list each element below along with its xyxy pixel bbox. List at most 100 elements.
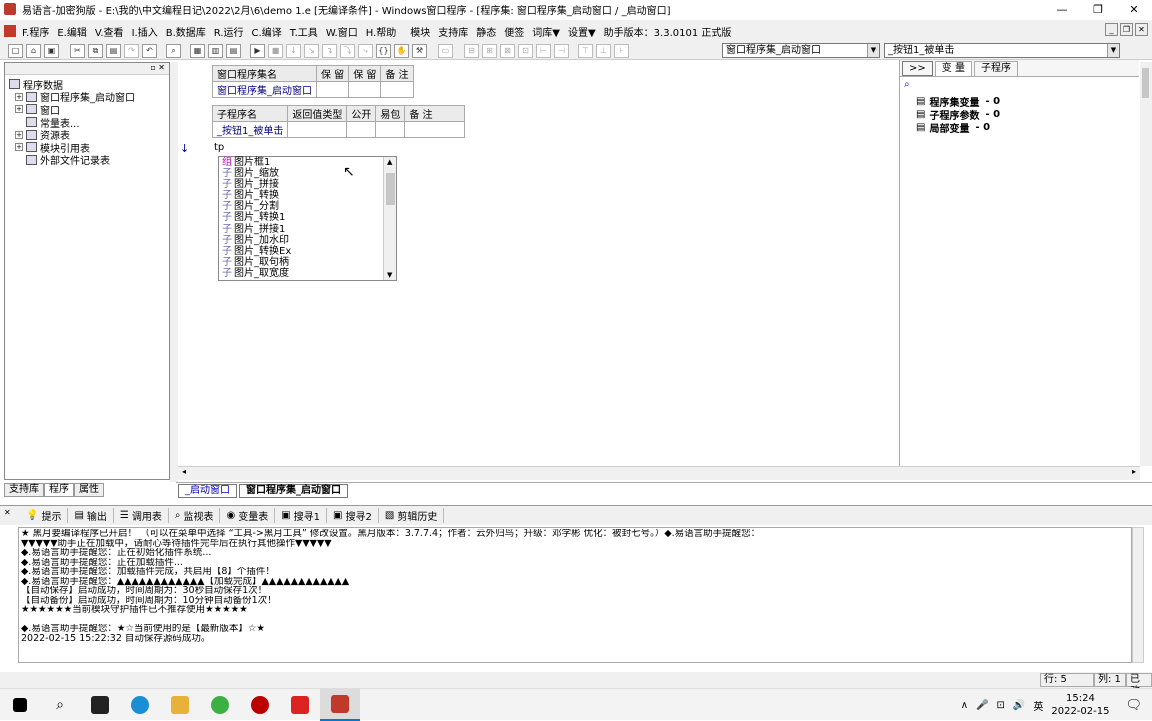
chevron-up-icon[interactable]: ▲ xyxy=(387,158,392,166)
menu-notes[interactable]: 便签 xyxy=(500,24,528,39)
popup-item[interactable]: 子图片_取句柄 xyxy=(219,257,396,268)
subroutine-combo[interactable]: _按钮1_被单击 ▼ xyxy=(884,43,1120,58)
align5-icon[interactable]: ⊡ xyxy=(518,43,533,58)
popup-item[interactable]: 子图片_转换1 xyxy=(219,212,396,223)
undo-icon[interactable]: ↶ xyxy=(142,43,157,58)
menu-window[interactable]: W.窗口 xyxy=(322,24,362,39)
close-button[interactable]: ✕ xyxy=(1116,0,1152,18)
table-cell[interactable] xyxy=(315,81,350,98)
menu-run[interactable]: R.运行 xyxy=(210,24,248,39)
search-icon[interactable]: ⌕ xyxy=(40,689,80,721)
mdi-close-button[interactable]: ✕ xyxy=(1135,23,1148,36)
stop-icon[interactable]: ■ xyxy=(268,43,283,58)
edge-icon[interactable] xyxy=(120,689,160,721)
popup-item[interactable]: 子图片_拼接 xyxy=(219,179,396,190)
tab-support-lib[interactable]: 支持库 xyxy=(4,483,44,497)
align7-icon[interactable]: ⊣ xyxy=(554,43,569,58)
microphone-icon[interactable]: 🎤 xyxy=(976,700,988,711)
hand-icon[interactable]: ✋ xyxy=(394,43,409,58)
tab-call-table[interactable]: ☰ 调用表 xyxy=(114,508,169,523)
tab-subroutines[interactable]: 子程序 xyxy=(973,60,1018,76)
tab-program[interactable]: 程序 xyxy=(44,483,74,497)
app-icon-1[interactable] xyxy=(80,689,120,721)
app-icon-2[interactable] xyxy=(200,689,240,721)
explorer-icon[interactable] xyxy=(160,689,200,721)
tab-watch[interactable]: ⌕ 监视表 xyxy=(169,508,221,523)
tab-startup-window[interactable]: _启动窗口 xyxy=(178,483,237,498)
menu-database[interactable]: B.数据库 xyxy=(162,24,210,39)
popup-item[interactable]: 子图片_取宽度 xyxy=(219,268,396,279)
tree-item[interactable]: 常量表... xyxy=(5,116,169,130)
menu-static[interactable]: 静态 xyxy=(472,24,500,39)
start-button[interactable] xyxy=(0,689,40,721)
chevron-up-icon[interactable]: ∧ xyxy=(961,700,968,711)
right-scrollbar[interactable] xyxy=(1140,62,1152,466)
eyuyan-icon[interactable] xyxy=(320,688,360,721)
breakpoint-icon[interactable]: {} xyxy=(376,43,391,58)
run-icon[interactable]: ▶ xyxy=(250,43,265,58)
popup-item[interactable]: 子图片_缩放 xyxy=(219,168,396,179)
left-scrollbar[interactable] xyxy=(170,62,178,482)
copy-icon[interactable]: ⧉ xyxy=(88,43,103,58)
menu-view[interactable]: V.查看 xyxy=(91,24,128,39)
tab-clipboard-history[interactable]: ▧ 剪辑历史 xyxy=(379,508,445,523)
output-area[interactable]: ★ 黑月要编译程序已开启！ （可以在菜单中选择 “工具->黑月工具” 修改设置。… xyxy=(18,527,1132,663)
table-cell[interactable]: 窗口程序集_启动窗口 xyxy=(212,81,317,98)
popup-item[interactable]: 组图片框1 xyxy=(219,157,396,168)
cut-icon[interactable]: ✂ xyxy=(70,43,85,58)
table-cell[interactable] xyxy=(375,121,406,138)
table-cell[interactable] xyxy=(380,81,414,98)
notification-icon[interactable]: 🗨 xyxy=(1125,698,1142,713)
find-icon[interactable]: ⌕ xyxy=(166,43,181,58)
network-icon[interactable]: ⊡ xyxy=(997,700,1005,711)
code-line[interactable]: tp xyxy=(214,142,224,153)
tree-item[interactable]: + 窗口 xyxy=(5,103,169,117)
tool-icon[interactable]: ⚒ xyxy=(412,43,427,58)
layout1-icon[interactable]: ▦ xyxy=(190,43,205,58)
open-icon[interactable]: ⌂ xyxy=(26,43,41,58)
table-cell[interactable] xyxy=(404,121,466,138)
popup-item[interactable]: 子图片_加水印 xyxy=(219,235,396,246)
step4-icon[interactable]: ⤵ xyxy=(340,43,355,58)
minimize-button[interactable]: — xyxy=(1044,0,1080,18)
menu-edit[interactable]: E.编辑 xyxy=(53,24,91,39)
tab-search2[interactable]: ▣ 搜寻2 xyxy=(327,508,379,523)
tree-item[interactable]: + 窗口程序集_启动窗口 xyxy=(5,91,169,104)
step5-icon[interactable]: ⤷ xyxy=(358,43,373,58)
output-scrollbar[interactable] xyxy=(1132,527,1144,663)
tab-output[interactable]: ▤ 输出 xyxy=(68,508,114,523)
step2-icon[interactable]: ↘ xyxy=(304,43,319,58)
popup-item[interactable]: 子图片_转换 xyxy=(219,190,396,201)
tab-variables-table[interactable]: ◉ 变量表 xyxy=(220,508,276,523)
menu-compile[interactable]: C.编译 xyxy=(248,24,286,39)
variable-group[interactable]: ▤ 局部变量 - 0 xyxy=(916,121,1139,135)
menu-settings[interactable]: 设置▼ xyxy=(564,24,600,39)
expand-icon[interactable]: + xyxy=(15,130,23,139)
scroll-right-icon[interactable]: ▸ xyxy=(1132,467,1136,476)
align10-icon[interactable]: ⊦ xyxy=(614,43,629,58)
panel-close-icon[interactable]: ▫ ✕ xyxy=(150,63,165,72)
mdi-minimize-button[interactable]: _ xyxy=(1105,23,1118,36)
menu-support-lib[interactable]: 支持库 xyxy=(434,24,472,39)
menu-insert[interactable]: I.插入 xyxy=(128,24,162,39)
table-cell[interactable] xyxy=(287,121,348,138)
popup-scrollbar[interactable]: ▲ ▼ xyxy=(383,157,396,280)
popup-item[interactable]: 子图片_拼接1 xyxy=(219,224,396,235)
align3-icon[interactable]: ⊞ xyxy=(482,43,497,58)
output-close-icon[interactable]: ✕ xyxy=(4,508,11,517)
mdi-restore-button[interactable]: ❐ xyxy=(1120,23,1133,36)
scroll-left-icon[interactable]: ◂ xyxy=(182,467,186,476)
align2-icon[interactable]: ⊟ xyxy=(464,43,479,58)
tab-properties[interactable]: 属性 xyxy=(74,483,104,497)
table-cell[interactable] xyxy=(348,81,382,98)
menu-tools[interactable]: T.工具 xyxy=(286,24,322,39)
align4-icon[interactable]: ⊠ xyxy=(500,43,515,58)
layout2-icon[interactable]: ▥ xyxy=(208,43,223,58)
expand-icon[interactable]: + xyxy=(15,105,23,114)
redo-icon[interactable]: ↷ xyxy=(124,43,139,58)
popup-item[interactable]: 子图片_转换Ex xyxy=(219,246,396,257)
new-icon[interactable]: □ xyxy=(8,43,23,58)
tab-assembly[interactable]: 窗口程序集_启动窗口 xyxy=(239,483,348,498)
save-icon[interactable]: ▣ xyxy=(44,43,59,58)
align1-icon[interactable]: ▭ xyxy=(438,43,453,58)
